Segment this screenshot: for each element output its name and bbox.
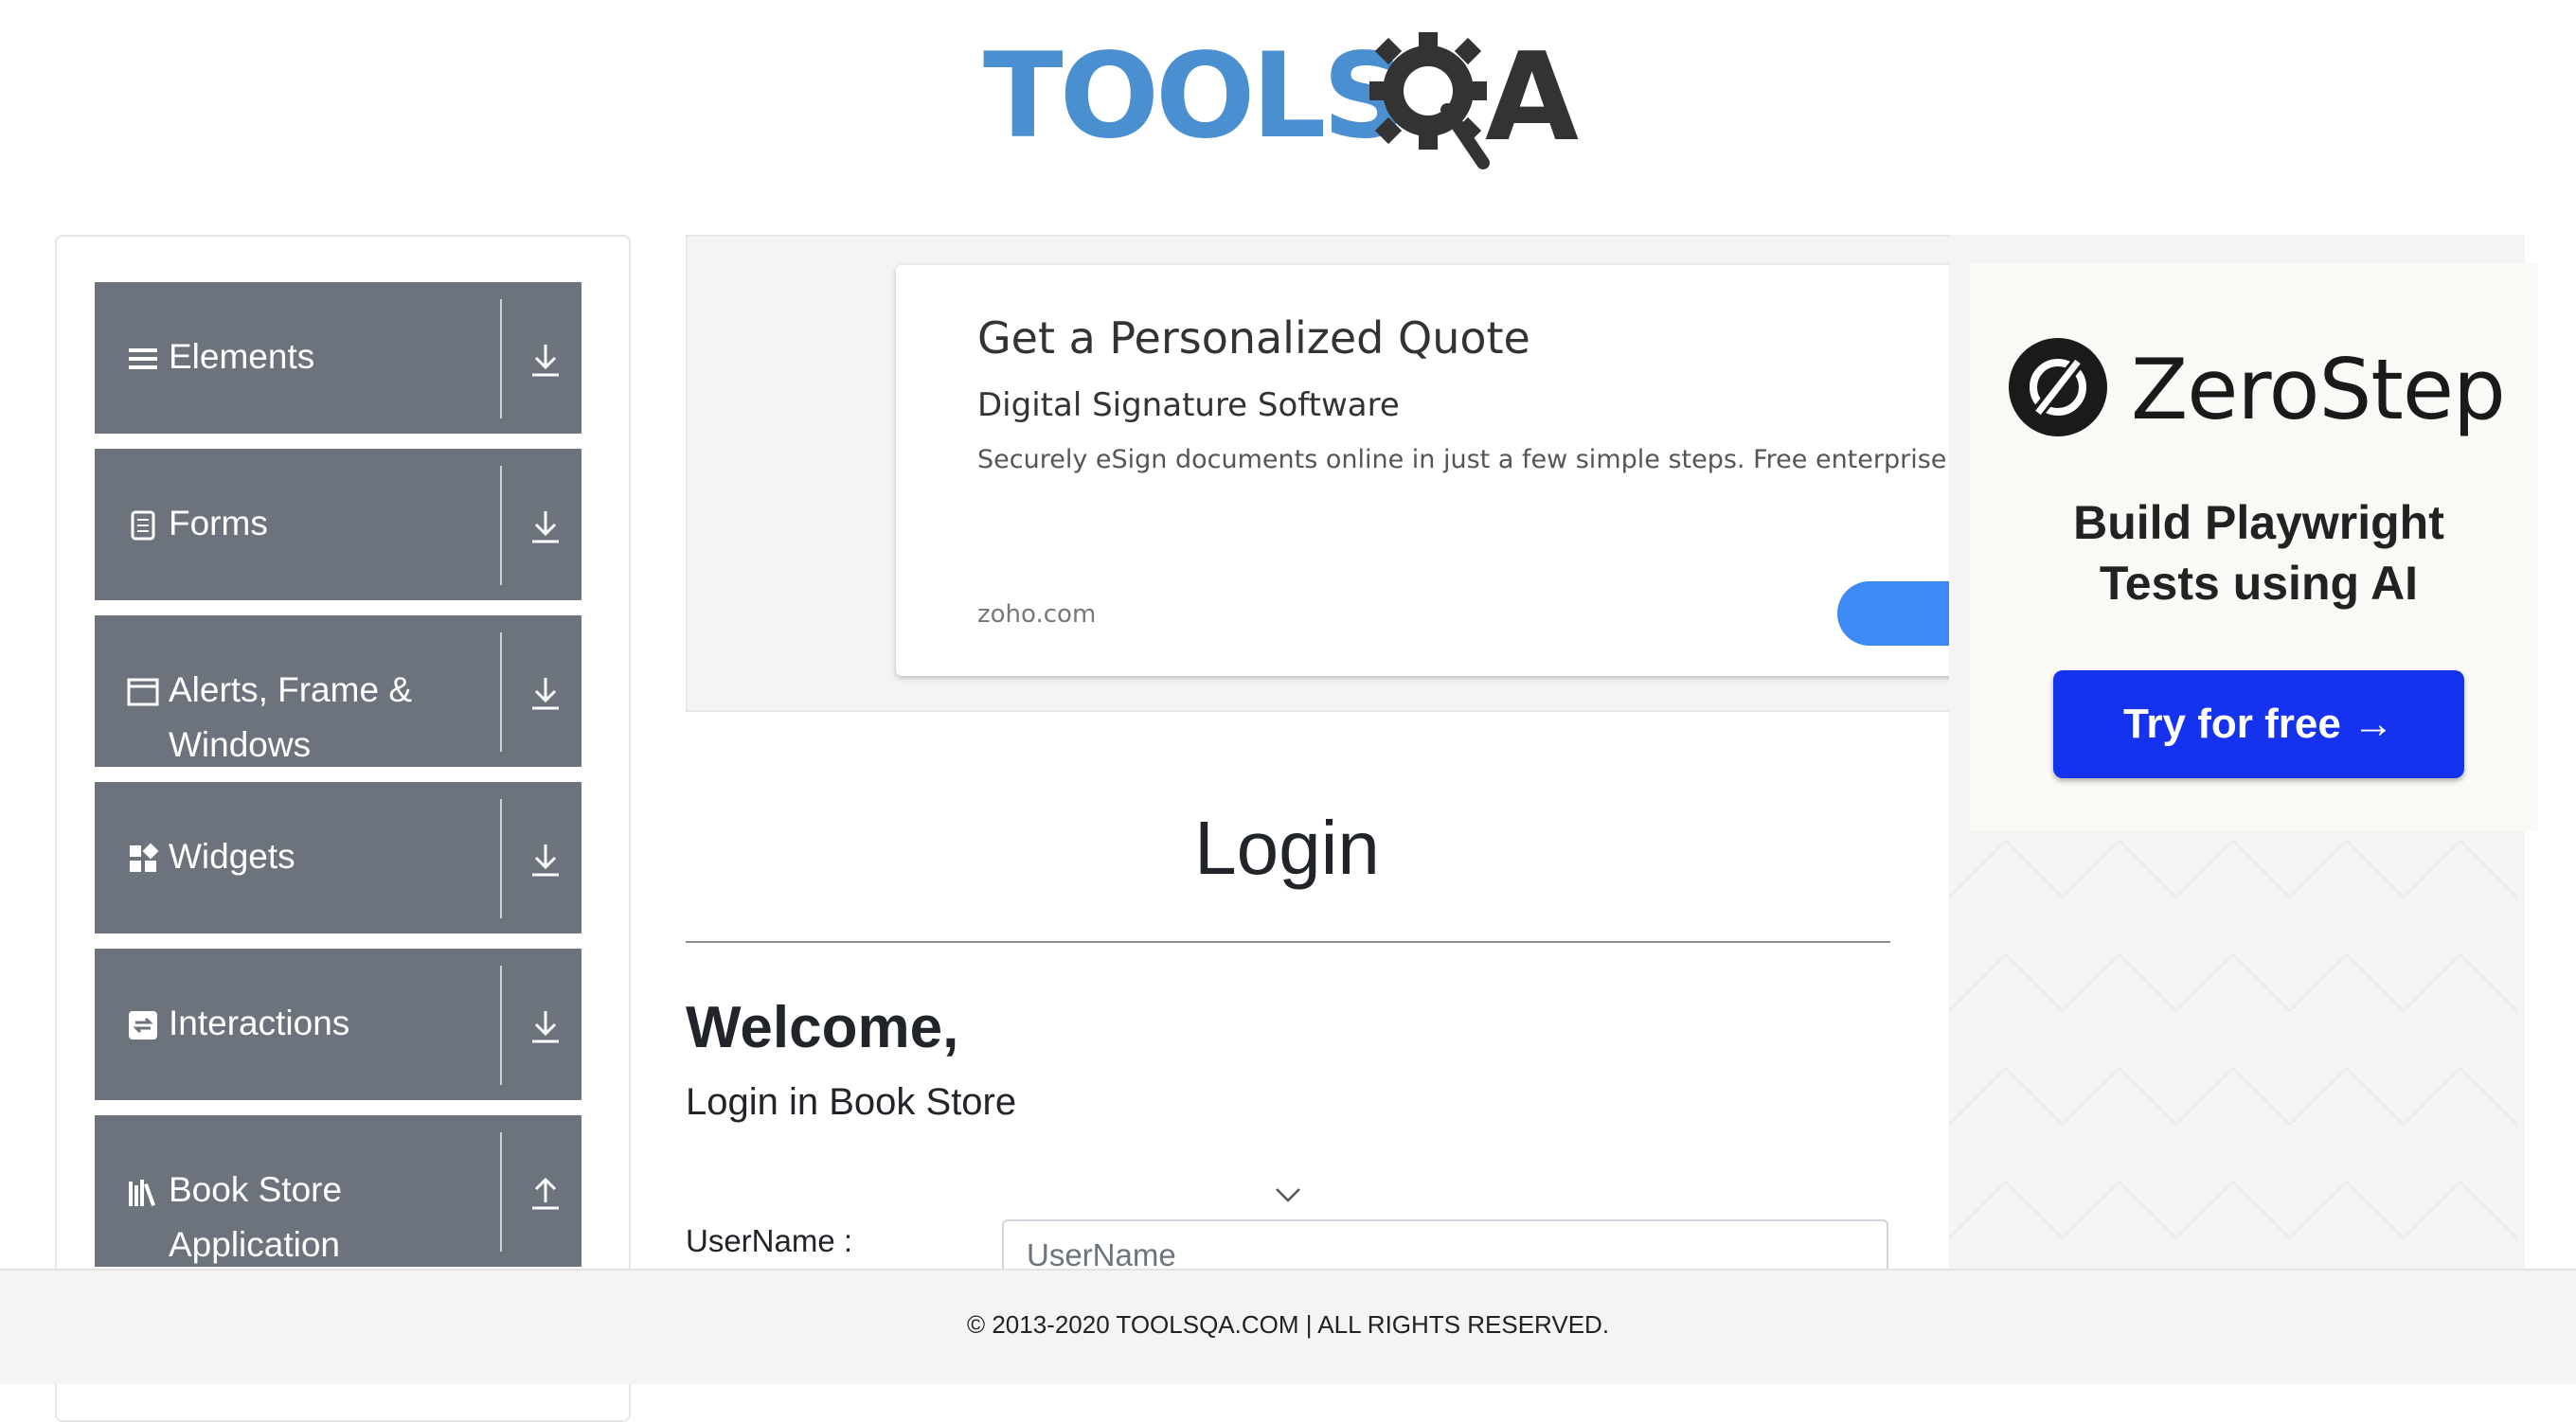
divider xyxy=(686,941,1890,943)
hamburger-icon xyxy=(129,348,157,369)
toolsqa-logo[interactable]: TOOLS A xyxy=(983,25,1599,176)
login-subtitle: Login in Book Store xyxy=(686,1081,1017,1123)
welcome-heading: Welcome, xyxy=(686,995,959,1060)
sidebar-item-forms[interactable]: Forms xyxy=(95,449,581,600)
logo-text-a: A xyxy=(1485,27,1579,169)
widgets-icon xyxy=(130,843,159,872)
sidebar-item-alerts-frame-windows[interactable]: Alerts, Frame & Windows xyxy=(95,615,581,767)
books-icon xyxy=(129,1180,155,1206)
document-icon xyxy=(131,510,155,541)
divider xyxy=(500,299,502,418)
logo-text-tools: TOOLS xyxy=(983,28,1407,165)
zerostep-brand: ZeroStep xyxy=(2131,341,2506,438)
ad-domain[interactable]: zoho.com xyxy=(977,600,1096,629)
download-arrow-icon[interactable] xyxy=(528,1007,563,1045)
sidebar-item-label: Book Store Application xyxy=(169,1170,343,1264)
ad-body: Securely eSign documents online in just … xyxy=(977,445,1976,474)
divider xyxy=(500,632,502,752)
download-arrow-icon[interactable] xyxy=(528,674,563,712)
sidebar-item-label: Forms xyxy=(169,504,268,542)
sidebar-item-elements[interactable]: Elements xyxy=(95,282,581,434)
divider xyxy=(500,799,502,918)
sidebar-item-label: Alerts, Frame & Windows xyxy=(169,670,412,764)
zerostep-headline: Build Playwright Tests using AI xyxy=(2073,496,2444,610)
divider xyxy=(500,1132,502,1252)
divider xyxy=(500,466,502,585)
sidebar-item-interactions[interactable]: Interactions xyxy=(95,949,581,1100)
try-for-free-button[interactable]: Try for free → xyxy=(2053,670,2464,778)
sidebar-item-book-store-application[interactable]: Book Store Application xyxy=(95,1115,581,1267)
gear-magnifier-icon xyxy=(1369,32,1490,169)
chevron-down-icon[interactable] xyxy=(1275,1185,1301,1204)
divider xyxy=(500,966,502,1085)
footer-copyright: © 2013-2020 TOOLSQA.COM | ALL RIGHTS RES… xyxy=(966,1310,1610,1339)
ad-subtitle: Digital Signature Software xyxy=(977,386,1400,424)
zerostep-logo-icon xyxy=(2009,338,2107,436)
interactions-icon xyxy=(129,1011,157,1040)
window-icon xyxy=(127,678,159,706)
download-arrow-icon[interactable] xyxy=(528,507,563,545)
download-arrow-icon[interactable] xyxy=(528,841,563,879)
ad-title: Get a Personalized Quote xyxy=(977,312,1530,364)
download-arrow-icon[interactable] xyxy=(528,341,563,379)
ad-card[interactable]: Get a Personalized Quote Digital Signatu… xyxy=(896,265,1976,676)
sidebar-item-label: Widgets xyxy=(169,837,295,876)
username-label: UserName : xyxy=(686,1223,853,1258)
upload-arrow-icon[interactable] xyxy=(528,1174,563,1212)
page-title: Login xyxy=(1194,806,1380,890)
sidebar-item-label: Interactions xyxy=(169,1004,350,1042)
sidebar-item-widgets[interactable]: Widgets xyxy=(95,782,581,933)
sidebar-item-label: Elements xyxy=(169,337,315,376)
